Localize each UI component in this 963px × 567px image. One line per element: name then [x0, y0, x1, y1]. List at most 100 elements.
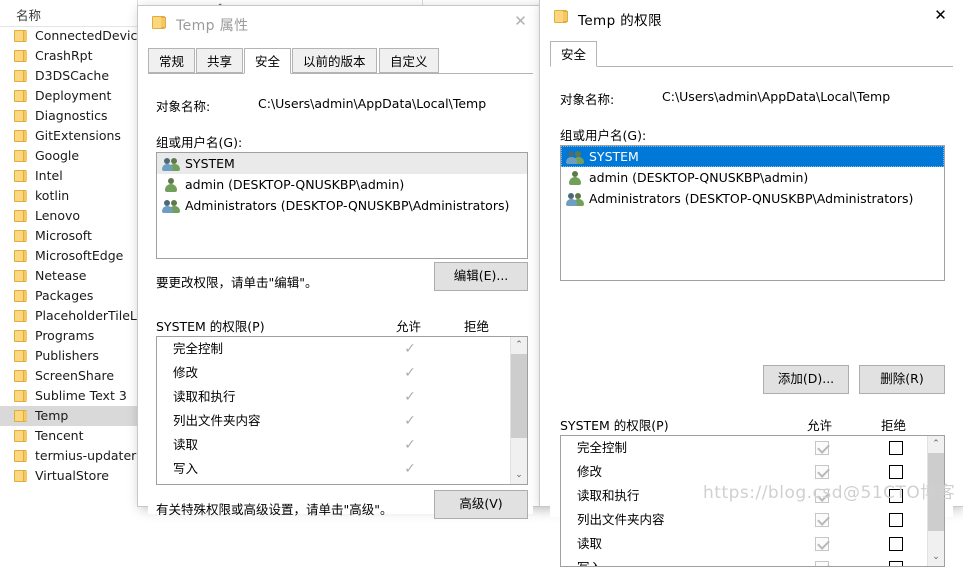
deny-checkbox[interactable] [889, 441, 903, 455]
properties-tab-3[interactable]: 以前的版本 [292, 48, 377, 73]
permission-name: 列出文件夹内容 [173, 413, 261, 428]
scroll-down-icon[interactable]: ⌄ [511, 467, 527, 484]
permission-name: 修改 [173, 365, 199, 380]
list-item[interactable]: Google [0, 146, 137, 166]
list-item[interactable]: Microsoft [0, 226, 137, 246]
folder-icon [14, 229, 29, 242]
properties-title-text: Temp 属性 [176, 18, 249, 34]
list-item[interactable]: Lenovo [0, 206, 137, 226]
file-name: Diagnostics [35, 108, 108, 123]
allow-checkbox[interactable] [815, 465, 829, 479]
list-item[interactable]: kotlin [0, 186, 137, 206]
properties-tab-0[interactable]: 常规 [148, 48, 196, 73]
permissions-grid[interactable]: 完全控制修改读取和执行列出文件夹内容读取写入 ⌃ ⌄ [560, 435, 945, 567]
scroll-thumb[interactable] [511, 354, 527, 438]
object-name-value: C:\Users\admin\AppData\Local\Temp [662, 89, 891, 104]
permission-name: 列出文件夹内容 [577, 512, 665, 527]
list-item[interactable]: Administrators (DESKTOP-QNUSKBP\Administ… [157, 195, 527, 216]
permissions-tab-0[interactable]: 安全 [550, 41, 598, 67]
temp-properties-dialog: Temp 属性 ✕ 常规 共享 安全 以前的版本 自定义 对象名称: C:\Users\… [138, 6, 543, 519]
allow-checkbox[interactable] [815, 561, 829, 566]
add-button[interactable]: 添加(D)... [763, 365, 849, 394]
list-item[interactable]: GitExtensions [0, 126, 137, 146]
permissions-header-label: SYSTEM 的权限(P) [560, 418, 669, 433]
file-name: Publishers [35, 348, 99, 363]
folder-icon [14, 29, 29, 42]
list-item[interactable]: termius-updater [0, 446, 137, 466]
properties-tab-4[interactable]: 自定义 [379, 48, 439, 73]
table-row: 读取和执行 [561, 484, 944, 508]
list-item[interactable]: admin (DESKTOP-QNUSKBP\admin) [157, 174, 527, 195]
permissions-grid[interactable]: 完全控制 ✓ 修改 ✓ 读取和执行 ✓ 列出文件夹内容 ✓ 读取 ✓ 写入 ✓ ⌃ ⌄ [156, 336, 528, 485]
list-item[interactable]: admin (DESKTOP-QNUSKBP\admin) [561, 167, 944, 188]
list-item[interactable]: CrashRpt [0, 46, 137, 66]
allow-checkbox[interactable] [815, 489, 829, 503]
allow-checkbox[interactable] [815, 513, 829, 527]
remove-button[interactable]: 删除(R) [859, 365, 945, 394]
properties-tab-2[interactable]: 安全 [244, 48, 292, 74]
list-item[interactable]: VirtualStore [0, 466, 137, 486]
list-item[interactable]: SYSTEM [561, 146, 944, 167]
deny-checkmark-icon [471, 366, 485, 380]
list-item[interactable]: D3DSCache [0, 66, 137, 86]
file-list: ConnectedDevice CrashRpt D3DSCache Deployme… [0, 26, 145, 486]
single-user-icon [568, 171, 584, 185]
file-name: ScreenShare [35, 368, 115, 383]
file-name: Programs [35, 328, 95, 343]
file-name: Google [35, 148, 80, 163]
permissions-title-text: Temp 的权限 [578, 13, 662, 29]
permissions-scrollbar[interactable]: ⌃ ⌄ [927, 436, 944, 566]
group-or-user-names-label: 组或用户名(G): [156, 135, 243, 150]
principal-name: admin (DESKTOP-QNUSKBP\admin) [589, 170, 809, 185]
deny-checkmark-icon [471, 390, 485, 404]
list-item[interactable]: Publishers [0, 346, 137, 366]
principals-list[interactable]: SYSTEM admin (DESKTOP-QNUSKBP\admin) Admin… [156, 152, 528, 259]
deny-checkbox[interactable] [889, 561, 903, 566]
column-header-name[interactable]: 名称 [16, 5, 41, 24]
list-item[interactable]: ConnectedDevice [0, 26, 145, 46]
group-user-icon [162, 199, 180, 213]
advanced-button[interactable]: 高级(V) [434, 490, 528, 519]
principal-name: Administrators (DESKTOP-QNUSKBP\Administ… [185, 198, 510, 213]
scroll-down-icon[interactable]: ⌄ [928, 549, 944, 566]
properties-tab-1[interactable]: 共享 [196, 48, 244, 73]
edit-button[interactable]: 编辑(E)... [434, 262, 528, 291]
list-item[interactable]: Programs [0, 326, 137, 346]
list-item[interactable]: Sublime Text 3 [0, 386, 137, 406]
scroll-thumb[interactable] [928, 453, 944, 531]
scroll-up-icon[interactable]: ⌃ [928, 436, 944, 453]
folder-icon [14, 469, 29, 482]
list-item[interactable]: Packages [0, 286, 137, 306]
list-item[interactable]: Administrators (DESKTOP-QNUSKBP\Administ… [561, 188, 944, 209]
list-item[interactable]: Diagnostics [0, 106, 137, 126]
deny-checkbox[interactable] [889, 513, 903, 527]
folder-icon [14, 269, 29, 282]
list-item[interactable]: Deployment [0, 86, 137, 106]
list-item[interactable]: MicrosoftEdge [0, 246, 137, 266]
list-item[interactable]: Temp [0, 406, 137, 426]
list-item[interactable]: ScreenShare [0, 366, 137, 386]
permissions-close-button[interactable]: ✕ [918, 0, 963, 30]
table-row: 列出文件夹内容 [561, 508, 944, 532]
properties-title-bar: Temp 属性 ✕ [138, 6, 543, 42]
object-name-value: C:\Users\admin\AppData\Local\Temp [258, 96, 487, 111]
list-item[interactable]: Netease [0, 266, 137, 286]
principals-list[interactable]: SYSTEM admin (DESKTOP-QNUSKBP\admin) Admin… [560, 145, 945, 281]
list-item[interactable]: PlaceholderTileL [0, 306, 137, 326]
file-name: D3DSCache [35, 68, 110, 83]
permissions-title-bar: Temp 的权限 ✕ [540, 0, 963, 36]
list-item[interactable]: SYSTEM [157, 153, 527, 174]
allow-checkbox[interactable] [815, 537, 829, 551]
permissions-scrollbar[interactable]: ⌃ ⌄ [510, 337, 527, 484]
list-item[interactable]: Tencent [0, 426, 137, 446]
scroll-up-icon[interactable]: ⌃ [511, 337, 527, 354]
allow-checkbox[interactable] [815, 441, 829, 455]
table-row: 读取 ✓ [157, 433, 527, 457]
properties-close-button[interactable]: ✕ [498, 6, 543, 36]
deny-checkbox[interactable] [889, 465, 903, 479]
deny-checkbox[interactable] [889, 489, 903, 503]
deny-checkbox[interactable] [889, 537, 903, 551]
deny-checkmark-icon [471, 414, 485, 428]
file-name: VirtualStore [35, 468, 109, 483]
list-item[interactable]: Intel [0, 166, 137, 186]
